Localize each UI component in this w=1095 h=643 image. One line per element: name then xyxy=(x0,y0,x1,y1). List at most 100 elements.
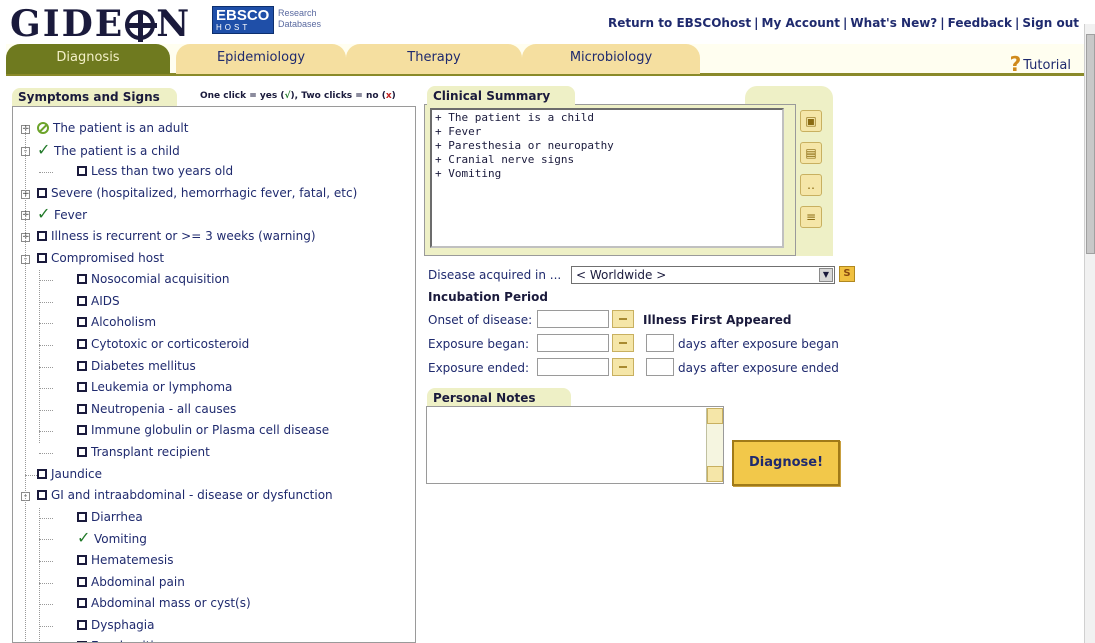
personal-notes-title: Personal Notes xyxy=(427,388,571,408)
symptom-label: Less than two years old xyxy=(91,164,234,179)
symptom-item[interactable]: Severe (hospitalized, hemorrhagic fever,… xyxy=(37,184,357,204)
checkbox-icon[interactable] xyxy=(77,598,87,609)
link-return-ebscohost[interactable]: Return to EBSCOhost xyxy=(608,16,751,30)
checkbox-icon[interactable] xyxy=(77,317,87,328)
exposure-ended-calendar-icon[interactable] xyxy=(612,358,634,376)
onset-calendar-icon[interactable] xyxy=(612,310,634,328)
symptom-item[interactable]: Less than two years old xyxy=(77,162,233,182)
symptom-item[interactable]: Illness is recurrent or >= 3 weeks (warn… xyxy=(37,227,316,247)
checkbox-icon[interactable] xyxy=(77,166,87,177)
scroll-up-icon[interactable] xyxy=(707,408,723,424)
link-feedback[interactable]: Feedback xyxy=(948,16,1012,30)
checkbox-icon[interactable] xyxy=(77,555,87,565)
save-icon[interactable]: ▣ xyxy=(800,110,822,132)
tree-connector xyxy=(39,625,53,627)
symptom-item[interactable]: Esophagitis xyxy=(77,637,160,642)
tab-microbiology[interactable]: Microbiology xyxy=(522,44,700,74)
tree-connector xyxy=(39,517,53,519)
tab-epidemiology[interactable]: Epidemiology xyxy=(176,44,346,74)
checkbox-icon[interactable] xyxy=(77,382,87,393)
symptom-item[interactable]: Hematemesis xyxy=(77,551,173,571)
symptom-item[interactable]: Abdominal pain xyxy=(77,573,185,593)
exposure-ended-input[interactable] xyxy=(537,358,609,376)
symptom-item[interactable]: ✓ Vomiting xyxy=(77,529,147,549)
symptom-item[interactable]: GI and intraabdominal - disease or dysfu… xyxy=(37,486,333,506)
link-my-account[interactable]: My Account xyxy=(762,16,841,30)
list-icon[interactable]: ≡ xyxy=(800,206,822,228)
checkbox-icon[interactable] xyxy=(77,339,87,349)
symptom-item[interactable]: Immune globulin or Plasma cell disease xyxy=(77,421,329,441)
chevron-down-icon: ▼ xyxy=(819,268,833,282)
link-whats-new[interactable]: What's New? xyxy=(850,16,937,30)
checkbox-icon[interactable] xyxy=(37,231,47,241)
symptom-item[interactable]: AIDS xyxy=(77,292,120,312)
tab-diagnosis[interactable]: Diagnosis xyxy=(6,44,170,74)
symptom-item[interactable]: Abdominal mass or cyst(s) xyxy=(77,594,251,614)
symptom-item[interactable]: Transplant recipient xyxy=(77,443,210,463)
checkbox-icon[interactable] xyxy=(77,447,87,457)
checkbox-icon[interactable] xyxy=(77,403,87,414)
exposure-began-input[interactable] xyxy=(537,334,609,352)
symptom-item[interactable]: Jaundice xyxy=(37,465,102,485)
symptom-item[interactable]: Diabetes mellitus xyxy=(77,357,196,377)
symptom-item[interactable]: Diarrhea xyxy=(77,508,143,528)
checkbox-icon[interactable] xyxy=(77,295,87,306)
onset-input[interactable] xyxy=(537,310,609,328)
checkbox-icon[interactable] xyxy=(77,619,87,630)
tree-connector xyxy=(39,409,53,411)
checkbox-icon[interactable] xyxy=(37,187,47,198)
checkbox-icon[interactable] xyxy=(77,576,87,587)
personal-notes-input[interactable] xyxy=(426,406,724,484)
no-icon[interactable] xyxy=(37,122,49,134)
exposure-began-calendar-icon[interactable] xyxy=(612,334,634,352)
diagnose-button[interactable]: Diagnose! xyxy=(732,440,840,486)
open-folder-icon[interactable]: ▤ xyxy=(800,142,822,164)
clinical-summary-text[interactable]: + The patient is a child + Fever + Pares… xyxy=(430,108,784,248)
clear-icon[interactable]: ‥ xyxy=(800,174,822,196)
ebsco-host: HOST xyxy=(216,23,251,32)
ebsco-brand: EBSCO xyxy=(216,7,270,24)
checkbox-icon[interactable] xyxy=(37,468,47,479)
symptom-label: Transplant recipient xyxy=(91,445,210,459)
symptom-item[interactable]: Nosocomial acquisition xyxy=(77,270,229,290)
tutorial-link[interactable]: ? Tutorial xyxy=(1010,52,1071,76)
checkbox-icon[interactable] xyxy=(77,360,87,371)
checkbox-icon[interactable] xyxy=(37,490,47,501)
link-sign-out[interactable]: Sign out xyxy=(1022,16,1079,30)
s-button[interactable]: S xyxy=(839,266,855,282)
exposure-ended-label: Exposure ended: xyxy=(428,361,530,375)
scroll-thumb[interactable] xyxy=(1086,34,1095,254)
exposure-ended-days-input[interactable] xyxy=(646,358,674,376)
exposure-ended-suffix: days after exposure ended xyxy=(678,361,839,375)
region-select[interactable]: < Worldwide > ▼ xyxy=(571,266,835,284)
symptom-item[interactable]: ✓ Fever xyxy=(37,205,87,225)
scroll-down-icon[interactable] xyxy=(707,466,723,482)
clinical-summary-title: Clinical Summary xyxy=(427,86,575,106)
checkbox-icon[interactable] xyxy=(37,252,47,263)
gideon-logo[interactable]: GIDE N xyxy=(10,4,191,44)
notes-scrollbar[interactable] xyxy=(706,408,723,482)
checkmark-icon[interactable]: ✓ xyxy=(37,140,51,159)
symptom-item[interactable]: Neutropenia - all causes xyxy=(77,400,236,420)
illness-first-label: Illness First Appeared xyxy=(643,313,792,327)
tree-connector xyxy=(39,539,53,541)
symptom-item[interactable]: Compromised host xyxy=(37,249,164,269)
exposure-began-days-input[interactable] xyxy=(646,334,674,352)
symptom-label: Compromised host xyxy=(51,250,165,265)
checkmark-icon[interactable]: ✓ xyxy=(77,529,91,547)
symptom-item[interactable]: ✓ The patient is a child xyxy=(37,140,180,161)
checkbox-icon[interactable] xyxy=(77,425,87,436)
checkmark-icon[interactable]: ✓ xyxy=(37,205,51,223)
symptom-item[interactable]: Cytotoxic or corticosteroid xyxy=(77,335,249,355)
symptoms-title: Symptoms and Signs xyxy=(12,88,177,106)
tab-therapy[interactable]: Therapy xyxy=(346,44,522,74)
symptom-item[interactable]: Dysphagia xyxy=(77,616,154,636)
page-scrollbar[interactable] xyxy=(1084,24,1095,643)
checkbox-icon[interactable] xyxy=(77,511,87,522)
symptom-item[interactable]: Leukemia or lymphoma xyxy=(77,378,232,398)
exposure-began-suffix: days after exposure began xyxy=(678,337,839,351)
symptom-item[interactable]: Alcoholism xyxy=(77,313,156,333)
ebsco-logo[interactable]: EBSCO HOST Research Databases xyxy=(212,6,332,34)
checkbox-icon[interactable] xyxy=(77,274,87,285)
symptom-item[interactable]: The patient is an adult xyxy=(37,119,188,139)
